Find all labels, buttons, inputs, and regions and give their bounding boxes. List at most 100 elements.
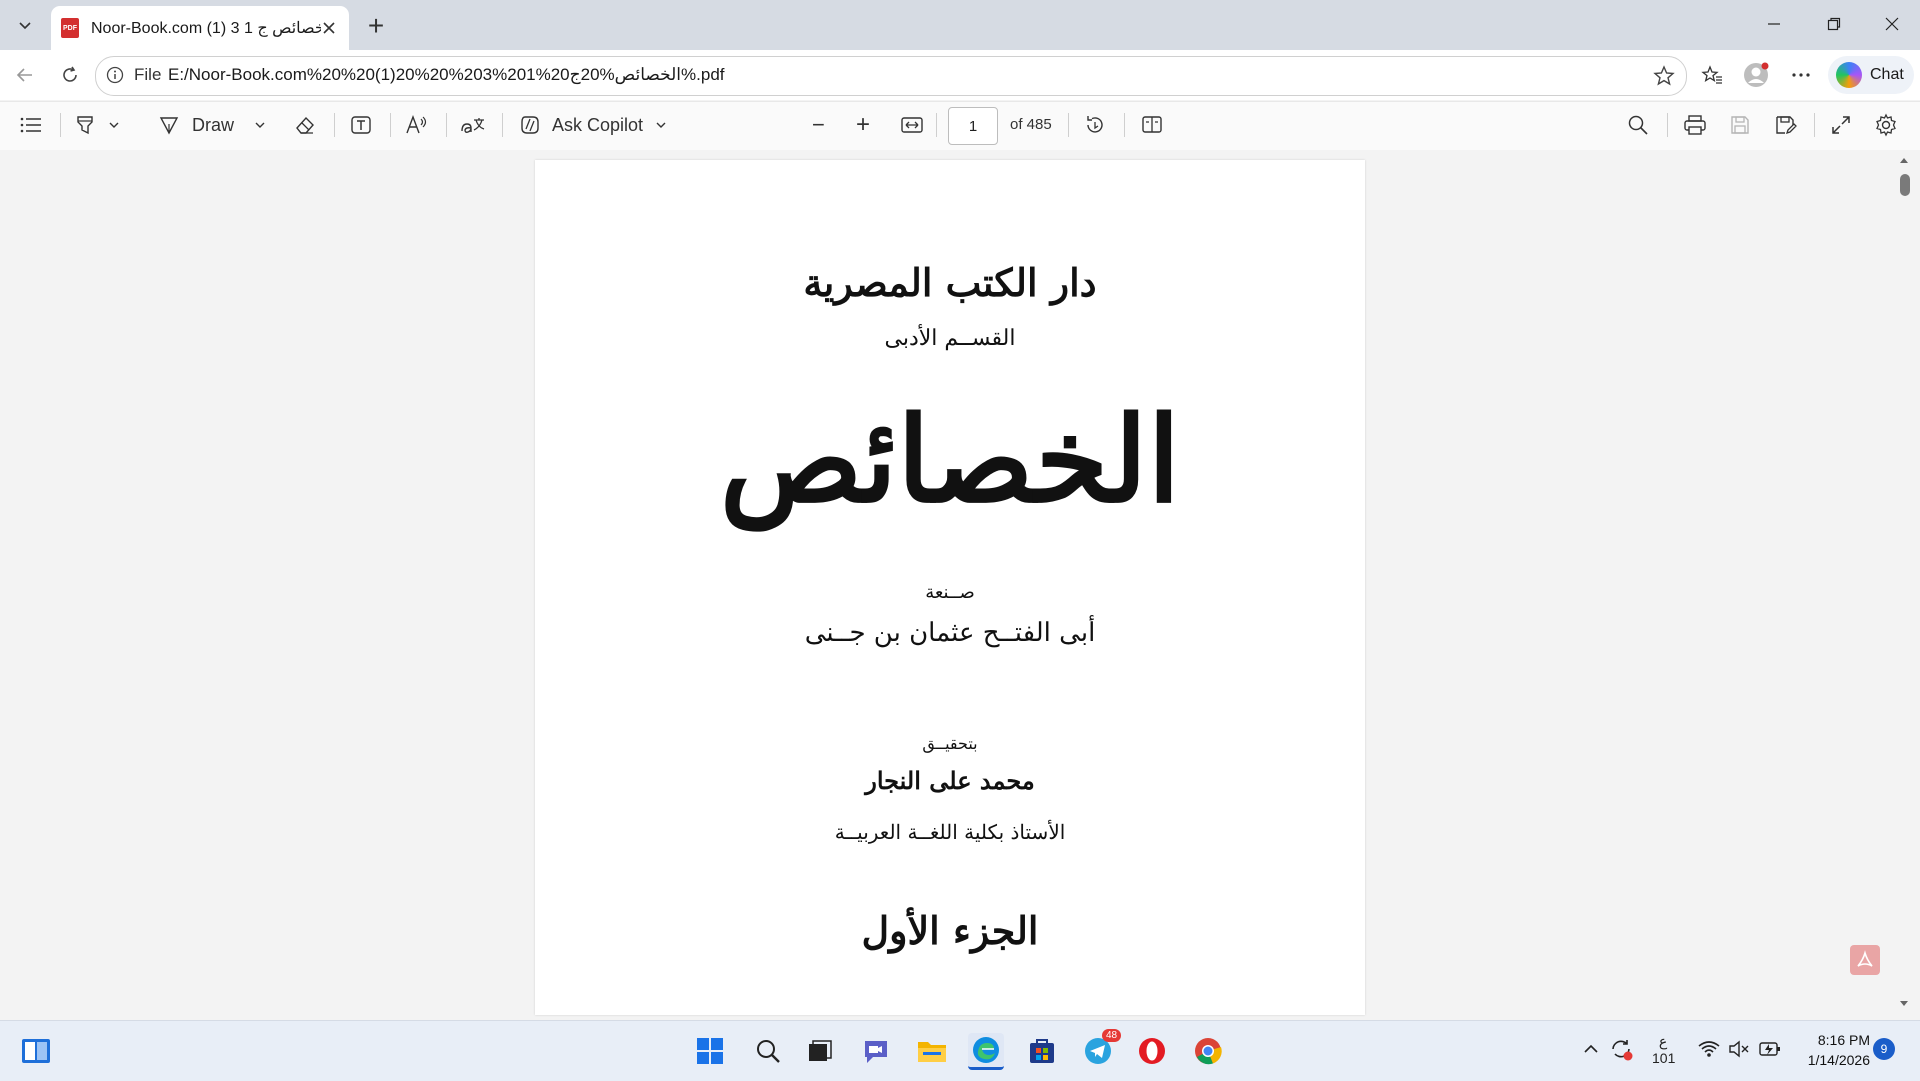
close-window-button[interactable] (1868, 6, 1916, 42)
chevron-down-icon[interactable] (655, 119, 667, 131)
zoom-out-button[interactable]: − (812, 110, 825, 140)
acrobat-swirl-icon (1857, 950, 1873, 967)
restore-button[interactable] (1810, 6, 1858, 42)
speaker-muted-icon (1729, 1040, 1749, 1058)
more-options-button[interactable] (1786, 60, 1816, 90)
fullscreen-button[interactable] (1830, 110, 1852, 140)
start-button[interactable] (692, 1033, 728, 1069)
tab-list-button[interactable] (10, 10, 40, 40)
search-icon (757, 1040, 780, 1063)
opera-button[interactable] (1134, 1033, 1170, 1069)
restore-icon (1827, 17, 1841, 31)
find-button[interactable] (1627, 110, 1649, 140)
input-language-indicator[interactable]: ع 101 (1652, 1033, 1676, 1067)
notification-count-badge[interactable]: 9 (1873, 1038, 1895, 1060)
add-text-button[interactable] (350, 110, 372, 140)
toolbar-separator (390, 113, 391, 137)
widgets-button[interactable] (18, 1033, 54, 1069)
read-aloud-icon (406, 115, 427, 134)
back-button[interactable] (8, 58, 42, 92)
pdf-file-icon: PDF (61, 18, 79, 38)
favorites-button[interactable] (1697, 60, 1727, 90)
new-tab-button[interactable]: + (360, 10, 392, 42)
rotate-icon (1087, 116, 1103, 133)
toolbar-separator (446, 113, 447, 137)
volume-button[interactable] (1728, 1040, 1750, 1061)
toolbar-separator (502, 113, 503, 137)
sync-status-button[interactable] (1608, 1036, 1634, 1065)
chat-label: Chat (1870, 66, 1904, 83)
pdf-settings-button[interactable] (1874, 110, 1898, 140)
favorites-list-icon (1701, 65, 1722, 84)
active-tab[interactable]: PDF Noor-Book.com الخصائص ج 1 3 (1) (51, 6, 349, 50)
file-explorer-button[interactable] (914, 1033, 950, 1069)
translate-icon (461, 118, 485, 133)
highlight-button[interactable] (74, 110, 120, 140)
erase-button[interactable] (294, 110, 316, 140)
pdf-page[interactable]: دار الكتب المصرية القســم الأدبى الخصائص… (535, 160, 1365, 1015)
contents-button[interactable] (20, 110, 42, 140)
eraser-icon (296, 116, 314, 134)
acrobat-icon[interactable] (1850, 945, 1880, 975)
page-total-label: of 485 (1010, 116, 1052, 133)
volume-calligraphy: الجزء الأول (861, 908, 1039, 953)
ask-copilot-button[interactable]: Ask Copilot (518, 110, 667, 140)
save-as-icon (1776, 116, 1797, 135)
rotate-button[interactable] (1083, 110, 1107, 140)
save-as-button[interactable] (1774, 110, 1798, 140)
scroll-down-arrow-icon[interactable] (1897, 996, 1911, 1010)
store-button[interactable] (1024, 1033, 1060, 1069)
scroll-up-arrow-icon[interactable] (1897, 154, 1911, 168)
profile-button[interactable] (1741, 60, 1771, 90)
arrow-left-icon (16, 68, 32, 82)
text-box-icon (351, 116, 371, 134)
fit-width-button[interactable] (900, 110, 924, 140)
chevron-down-icon[interactable] (254, 119, 266, 131)
edge-browser-button[interactable] (968, 1033, 1004, 1070)
more-dots-icon (1792, 73, 1810, 77)
author-name: أبى الفتــح عثمان بن جــنى (804, 618, 1096, 648)
toolbar-separator (936, 113, 937, 137)
network-button[interactable] (1698, 1040, 1720, 1061)
zoom-in-button[interactable]: + (856, 110, 870, 140)
toolbar-separator (1814, 113, 1815, 137)
address-bar[interactable]: File E:/Noor-Book.com%20%20(1)20%20%203%… (95, 56, 1687, 96)
page-view-button[interactable] (1140, 110, 1164, 140)
tab-title: Noor-Book.com الخصائص ج 1 3 (1) (91, 20, 321, 37)
edited-by-label: بتحقيــق (922, 734, 978, 753)
refresh-button[interactable] (53, 58, 87, 92)
info-icon[interactable] (106, 66, 124, 84)
translate-button[interactable] (460, 110, 486, 140)
minimize-button[interactable] (1750, 6, 1798, 42)
telegram-button[interactable]: 48 (1080, 1029, 1122, 1069)
favorite-star-icon[interactable] (1652, 64, 1676, 88)
folder-icon (918, 1042, 946, 1062)
teams-meet-button[interactable] (858, 1033, 894, 1069)
chevron-down-icon[interactable] (108, 119, 120, 131)
chrome-button[interactable] (1190, 1033, 1226, 1069)
chevron-up-icon (1584, 1044, 1598, 1053)
print-button[interactable] (1683, 110, 1707, 140)
task-view-icon (809, 1040, 832, 1061)
page-number-input[interactable]: 1 (948, 107, 998, 145)
url-text[interactable]: E:/Noor-Book.com%20%20(1)20%20%203%201%ا… (168, 65, 725, 85)
read-aloud-button[interactable] (405, 110, 429, 140)
copilot-chat-button[interactable]: Chat (1828, 56, 1914, 94)
draw-button[interactable]: Draw (158, 110, 266, 140)
battery-charging-icon (1759, 1042, 1780, 1056)
close-tab-button[interactable] (319, 18, 339, 38)
tray-overflow-button[interactable] (1582, 1040, 1600, 1061)
sync-icon (1612, 1040, 1633, 1061)
task-view-button[interactable] (802, 1033, 838, 1069)
chrome-icon (1195, 1038, 1222, 1065)
language-glyph: ع (1658, 1033, 1668, 1049)
language-number: 101 (1652, 1050, 1676, 1066)
scrollbar-thumb[interactable] (1900, 174, 1910, 196)
fit-width-icon (901, 117, 923, 133)
copilot-outline-icon (521, 116, 539, 134)
battery-button[interactable] (1758, 1040, 1782, 1061)
clock[interactable]: 8:16 PM 1/14/2026 (1790, 1030, 1870, 1070)
save-button[interactable] (1729, 110, 1751, 140)
video-chat-icon (865, 1041, 887, 1063)
search-taskbar-button[interactable] (750, 1033, 786, 1069)
